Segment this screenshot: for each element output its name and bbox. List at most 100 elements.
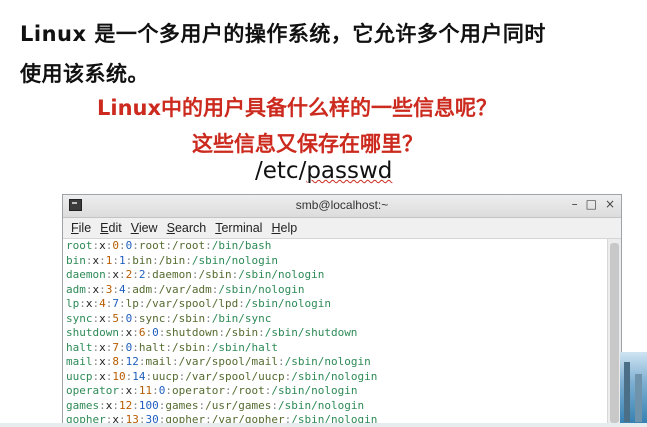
field-separator: : bbox=[132, 398, 139, 412]
field-gid: 14 bbox=[132, 369, 146, 383]
field-comment: root bbox=[138, 239, 166, 252]
window-title: smb@localhost:~ bbox=[295, 198, 389, 212]
field-password: x bbox=[85, 297, 93, 310]
field-separator: : bbox=[152, 282, 159, 296]
field-username: mail bbox=[66, 355, 93, 368]
field-comment: lp bbox=[125, 297, 139, 310]
field-username: adm bbox=[66, 282, 86, 296]
field-separator: : bbox=[119, 268, 126, 281]
field-comment: shutdown bbox=[165, 326, 219, 339]
field-separator: : bbox=[119, 239, 126, 252]
intro-line-2: 使用该系统。 bbox=[20, 62, 149, 86]
field-separator: : bbox=[205, 311, 212, 325]
field-gid: 1 bbox=[119, 253, 126, 267]
field-comment: games bbox=[165, 398, 199, 412]
field-comment: daemon bbox=[152, 268, 192, 281]
field-username: daemon bbox=[66, 268, 106, 281]
field-shell: /sbin/nologin bbox=[218, 282, 305, 296]
field-uid: 7 bbox=[112, 340, 119, 354]
field-separator: : bbox=[112, 398, 119, 412]
field-username: shutdown bbox=[66, 326, 119, 339]
field-username: bin bbox=[66, 253, 86, 267]
field-separator: : bbox=[152, 384, 159, 397]
field-password: x bbox=[99, 239, 106, 252]
field-uid: 12 bbox=[119, 398, 133, 412]
field-username: operator bbox=[66, 384, 119, 397]
terminal-line: root:x:0:0:root:/root:/bin/bash bbox=[66, 239, 607, 254]
field-shell: /sbin/nologin bbox=[277, 398, 365, 412]
field-gid: 2 bbox=[138, 268, 146, 281]
field-separator: : bbox=[119, 311, 126, 325]
close-button[interactable]: × bbox=[605, 197, 615, 211]
field-separator: : bbox=[112, 253, 119, 267]
field-comment: bin bbox=[132, 253, 153, 267]
field-separator: : bbox=[165, 384, 172, 397]
scrollbar[interactable] bbox=[607, 239, 621, 426]
field-comment: uucp bbox=[152, 369, 179, 383]
field-separator: : bbox=[99, 253, 106, 267]
field-home: /root bbox=[172, 239, 206, 252]
field-home: /sbin bbox=[198, 268, 232, 281]
field-password: x bbox=[112, 268, 119, 281]
field-separator: : bbox=[119, 297, 126, 310]
maximize-button[interactable]: □ bbox=[586, 197, 597, 211]
terminal-line: sync:x:5:0:sync:/sbin:/bin/sync bbox=[66, 312, 607, 327]
field-comment: adm bbox=[132, 282, 153, 296]
field-shell: /bin/bash bbox=[211, 239, 272, 252]
menu-view[interactable]: View bbox=[131, 221, 158, 235]
terminal-window[interactable]: smb@localhost:~ – □ × File Edit View Sea… bbox=[62, 194, 622, 427]
field-separator: : bbox=[112, 282, 119, 296]
intro-line-1: Linux 是一个多用户的操作系统，它允许多个用户同时 bbox=[20, 22, 546, 46]
field-separator: : bbox=[132, 311, 139, 325]
field-separator: : bbox=[258, 326, 265, 339]
terminal-output[interactable]: root:x:0:0:root:/root:/bin/bash bin:x:1:1… bbox=[66, 239, 607, 426]
field-uid: 5 bbox=[112, 311, 119, 325]
terminal-line: daemon:x:2:2:daemon:/sbin:/sbin/nologin bbox=[66, 268, 607, 283]
field-password: x bbox=[99, 311, 106, 325]
scrollbar-thumb[interactable] bbox=[610, 243, 619, 423]
menu-edit[interactable]: Edit bbox=[100, 221, 122, 235]
terminal-line: mail:x:8:12:mail:/var/spool/mail:/sbin/n… bbox=[66, 355, 607, 370]
field-uid: 0 bbox=[112, 239, 119, 252]
field-separator: : bbox=[191, 268, 199, 281]
field-comment: sync bbox=[138, 311, 166, 325]
menu-search[interactable]: Search bbox=[167, 221, 207, 235]
field-separator: : bbox=[119, 340, 126, 354]
field-separator: : bbox=[165, 239, 172, 252]
field-separator: : bbox=[218, 326, 225, 339]
field-separator: : bbox=[132, 340, 139, 354]
field-separator: : bbox=[185, 253, 192, 267]
field-separator: : bbox=[138, 355, 146, 368]
menu-file[interactable]: File bbox=[71, 221, 91, 235]
terminal-line: operator:x:11:0:operator:/root:/sbin/nol… bbox=[66, 384, 607, 399]
path-prefix: /etc/ bbox=[255, 158, 307, 184]
field-gid: 100 bbox=[138, 398, 159, 412]
menu-terminal[interactable]: Terminal bbox=[215, 221, 262, 235]
field-separator: : bbox=[165, 340, 172, 354]
passwd-path: /etc/passwd bbox=[255, 158, 392, 184]
terminal-line: bin:x:1:1:bin:/bin:/sbin/nologin bbox=[66, 254, 607, 269]
terminal-line: shutdown:x:6:0:shutdown:/sbin:/sbin/shut… bbox=[66, 326, 607, 341]
field-separator: : bbox=[277, 355, 285, 368]
field-password: x bbox=[99, 355, 106, 368]
field-home: /var/spool/uucp bbox=[185, 369, 285, 383]
field-shell: /sbin/nologin bbox=[244, 297, 331, 310]
minimize-button[interactable]: – bbox=[572, 197, 578, 211]
terminal-line: lp:x:4:7:lp:/var/spool/lpd:/sbin/nologin bbox=[66, 297, 607, 312]
field-password: x bbox=[99, 340, 106, 354]
field-separator: : bbox=[119, 355, 126, 368]
field-home: /usr/games bbox=[205, 398, 272, 412]
title-bar[interactable]: smb@localhost:~ – □ × bbox=[63, 195, 621, 218]
field-separator: : bbox=[205, 239, 212, 252]
field-username: uucp bbox=[66, 369, 93, 383]
field-separator: : bbox=[118, 384, 126, 397]
field-password: x bbox=[99, 369, 106, 383]
menu-bar: File Edit View Search Terminal Help bbox=[63, 218, 621, 239]
field-home: /root bbox=[231, 384, 265, 397]
field-separator: : bbox=[99, 282, 106, 296]
field-home: /bin bbox=[158, 253, 186, 267]
field-shell: /sbin/shutdown bbox=[264, 326, 358, 339]
field-gid: 0 bbox=[152, 326, 159, 339]
menu-help[interactable]: Help bbox=[271, 221, 297, 235]
field-separator: : bbox=[152, 253, 159, 267]
